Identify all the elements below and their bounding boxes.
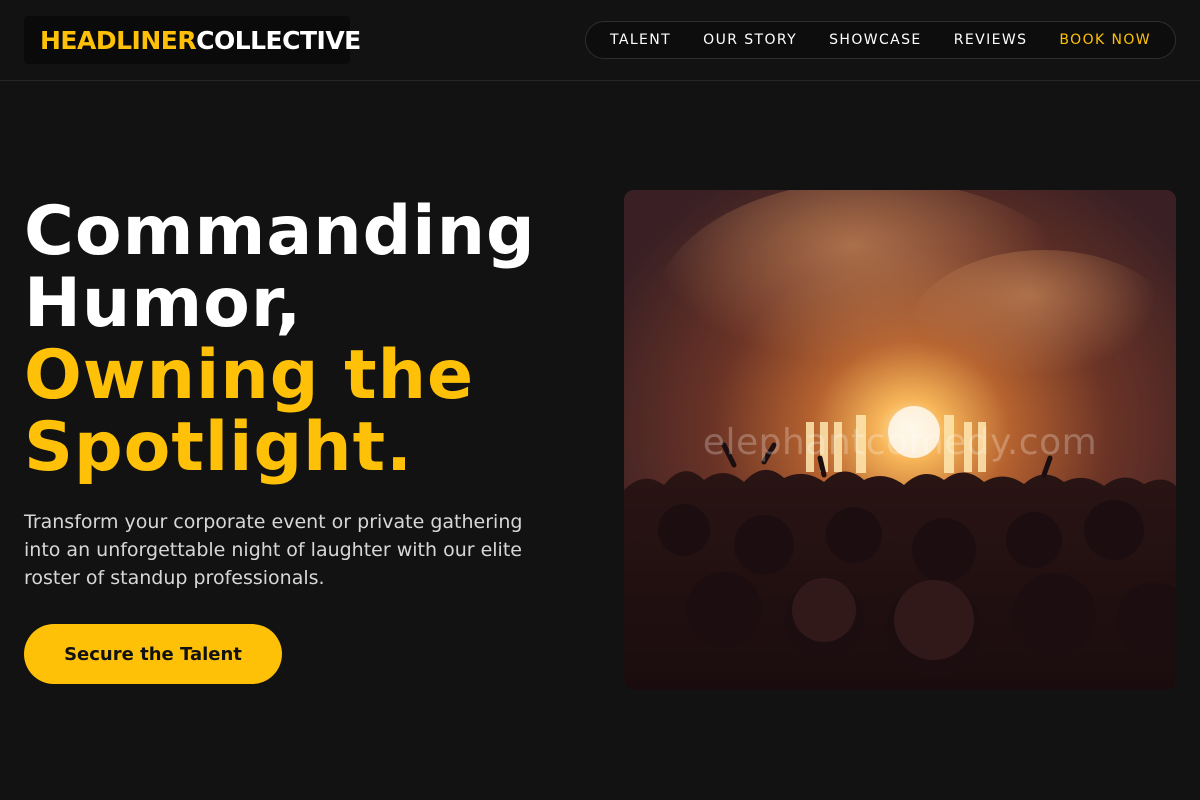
main-nav: TALENT OUR STORY SHOWCASE REVIEWS BOOK N…	[585, 21, 1176, 59]
logo-part-headliner: HEADLINER	[40, 25, 197, 55]
nav-reviews[interactable]: REVIEWS	[954, 32, 1028, 48]
secure-talent-button[interactable]: Secure the Talent	[24, 624, 282, 684]
logo-part-collective: COLLECTIVE	[196, 25, 361, 55]
nav-showcase[interactable]: SHOWCASE	[829, 32, 922, 48]
nav-our-story[interactable]: OUR STORY	[703, 32, 797, 48]
logo[interactable]: HEADLINER COLLECTIVE	[24, 16, 361, 64]
headline-line-2: Humor,	[24, 264, 303, 343]
image-watermark: elephantcomedy.com	[702, 422, 1098, 463]
headline-line-1: Commanding	[24, 192, 536, 271]
hero-lead-text: Transform your corporate event or privat…	[24, 511, 523, 589]
hero-headline: Commanding Humor, Owning the Spotlight.	[24, 196, 604, 484]
nav-talent[interactable]: TALENT	[610, 32, 671, 48]
site-header: HEADLINER COLLECTIVE TALENT OUR STORY SHO…	[0, 0, 1200, 81]
headline-accent-1: Owning the	[24, 336, 475, 415]
headline-accent-2: Spotlight.	[24, 408, 413, 487]
concert-crowd-image: elephantcomedy.com	[624, 190, 1176, 690]
nav-book-now[interactable]: BOOK NOW	[1059, 32, 1151, 48]
